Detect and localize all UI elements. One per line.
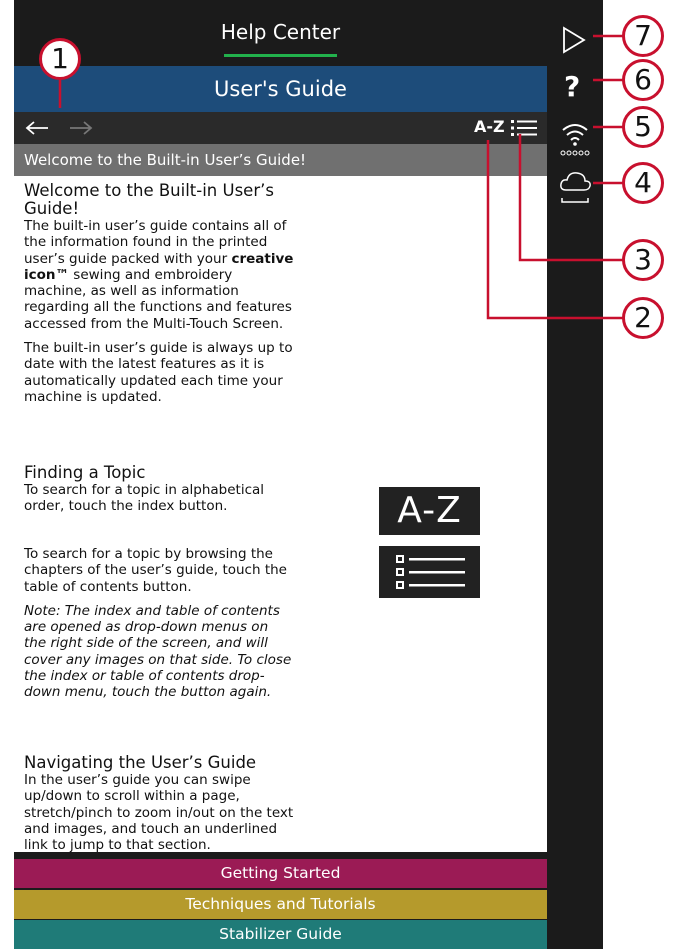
navigating-title: Navigating the User’s Guide [24, 753, 257, 772]
callout-5: 5 [622, 106, 664, 148]
callout-3: 3 [622, 239, 664, 281]
finding-title: Finding a Topic [24, 463, 146, 482]
welcome-paragraph: The built-in user’s guide contains all o… [24, 218, 294, 332]
back-arrow-icon[interactable] [22, 118, 52, 138]
finding-note: Note: The index and table of contents ar… [24, 602, 292, 701]
forward-arrow-icon[interactable] [66, 118, 96, 138]
page-heading: Welcome to the Built-in User’s Guide! [14, 144, 547, 176]
header: Help Center [14, 0, 547, 66]
navigating-paragraph: In the user’s guide you can swipe up/dow… [24, 772, 294, 852]
callout-1: 1 [39, 38, 81, 80]
welcome-section: Welcome to the Built-in User’s Guide! Th… [24, 182, 294, 413]
sidebar: ? [547, 0, 603, 949]
header-title[interactable]: Help Center [14, 20, 547, 44]
users-guide-bar: User's Guide [14, 66, 547, 112]
callout-7: 7 [622, 15, 664, 57]
finding-section-2: To search for a topic by browsing the ch… [24, 546, 294, 709]
callout-4: 4 [622, 162, 664, 204]
welcome-paragraph-2: The built-in user’s guide is always up t… [24, 340, 293, 405]
cloud-icon[interactable] [557, 168, 593, 206]
chapter-stabilizer[interactable]: Stabilizer Guide [14, 920, 547, 949]
table-of-contents-image-icon [379, 546, 480, 598]
index-button-image: A-Z [379, 487, 480, 535]
index-button[interactable]: A-Z [474, 117, 505, 136]
chapter-getting-started[interactable]: Getting Started [14, 859, 547, 888]
navigating-section: Navigating the User’s Guide In the user’… [24, 753, 294, 853]
navigation-toolbar: A-Z [14, 112, 547, 144]
callout-6: 6 [622, 59, 664, 101]
guide-content[interactable]: Welcome to the Built-in User’s Guide! Th… [14, 176, 547, 852]
finding-paragraph: To search for a topic in alphabetical or… [24, 482, 265, 515]
chapter-techniques[interactable]: Techniques and Tutorials [14, 890, 547, 919]
finding-paragraph-2: To search for a topic by browsing the ch… [24, 546, 287, 595]
finding-section: Finding a Topic To search for a topic in… [24, 464, 294, 523]
help-icon[interactable]: ? [564, 70, 580, 103]
welcome-title: Welcome to the Built-in User’s Guide! [24, 181, 274, 218]
play-icon[interactable] [560, 26, 588, 54]
callout-2: 2 [622, 297, 664, 339]
wifi-icon[interactable] [557, 118, 593, 158]
help-center-screen: Help Center User's Guide A-Z Welcome to … [14, 0, 603, 949]
active-tab-indicator [224, 54, 337, 57]
table-of-contents-icon[interactable] [510, 119, 538, 137]
